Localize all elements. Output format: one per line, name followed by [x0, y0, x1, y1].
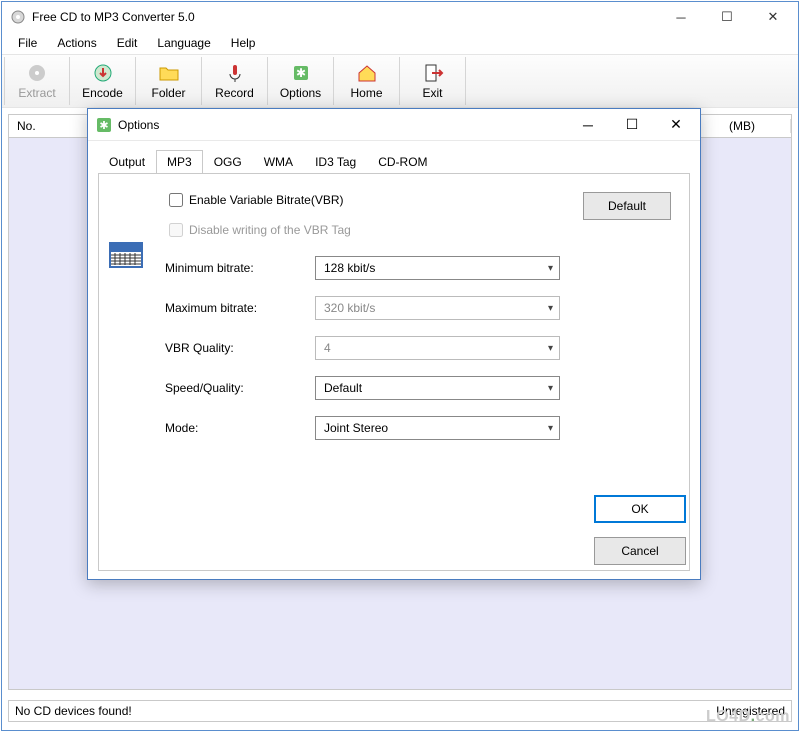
mode-row: Mode: Joint Stereo ▾	[165, 416, 671, 440]
options-icon: ✱	[290, 62, 312, 84]
options-dialog: ✱ Options ─ ☐ ✕ Output MP3 OGG WMA ID3 T…	[87, 108, 701, 580]
vbr-enable-label: Enable Variable Bitrate(VBR)	[189, 193, 344, 207]
main-window-title: Free CD to MP3 Converter 5.0	[32, 10, 658, 24]
tab-wma[interactable]: WMA	[253, 150, 304, 174]
tab-strip: Output MP3 OGG WMA ID3 Tag CD-ROM	[98, 149, 690, 173]
tab-ogg[interactable]: OGG	[203, 150, 253, 174]
vbr-quality-row: VBR Quality: 4 ▾	[165, 336, 671, 360]
cancel-button[interactable]: Cancel	[594, 537, 686, 565]
toolbar-options[interactable]: ✱ Options	[268, 57, 334, 105]
toolbar: Extract Encode Folder Record ✱ Options H…	[2, 54, 798, 108]
tab-id3[interactable]: ID3 Tag	[304, 150, 367, 174]
main-titlebar: Free CD to MP3 Converter 5.0 ─ ☐ ✕	[2, 2, 798, 32]
extract-icon	[26, 62, 48, 84]
menubar: File Actions Edit Language Help	[2, 32, 798, 54]
dialog-titlebar: ✱ Options ─ ☐ ✕	[88, 109, 700, 141]
status-text: No CD devices found!	[15, 704, 132, 718]
dialog-title: Options	[118, 118, 566, 132]
watermark: LO4D.com	[706, 708, 790, 726]
min-bitrate-label: Minimum bitrate:	[165, 261, 315, 275]
app-icon	[10, 9, 26, 25]
close-button[interactable]: ✕	[750, 3, 796, 31]
default-button[interactable]: Default	[583, 192, 671, 220]
max-bitrate-combo: 320 kbit/s ▾	[315, 296, 560, 320]
dialog-maximize-button[interactable]: ☐	[610, 111, 654, 139]
menu-help[interactable]: Help	[221, 34, 266, 52]
min-bitrate-combo[interactable]: 128 kbit/s ▾	[315, 256, 560, 280]
toolbar-exit[interactable]: Exit	[400, 57, 466, 105]
toolbar-folder[interactable]: Folder	[136, 57, 202, 105]
encode-icon	[92, 62, 114, 84]
ok-button[interactable]: OK	[594, 495, 686, 523]
menu-language[interactable]: Language	[147, 34, 220, 52]
vbr-quality-combo: 4 ▾	[315, 336, 560, 360]
svg-text:✱: ✱	[99, 120, 108, 132]
toolbar-home[interactable]: Home	[334, 57, 400, 105]
record-icon	[224, 62, 246, 84]
mp3-side-icon	[109, 238, 143, 272]
status-bar: No CD devices found! Unregistered	[8, 700, 792, 722]
speed-quality-combo[interactable]: Default ▾	[315, 376, 560, 400]
menu-file[interactable]: File	[8, 34, 47, 52]
vbr-disable-tag-checkbox	[169, 223, 183, 237]
svg-text:✱: ✱	[295, 66, 305, 80]
toolbar-record[interactable]: Record	[202, 57, 268, 105]
chevron-down-icon: ▾	[548, 423, 553, 434]
col-no[interactable]: No.	[9, 119, 95, 133]
chevron-down-icon: ▾	[548, 263, 553, 274]
mode-combo[interactable]: Joint Stereo ▾	[315, 416, 560, 440]
dialog-button-column: OK Cancel	[594, 495, 686, 565]
vbr-disable-tag-label: Disable writing of the VBR Tag	[189, 223, 351, 237]
chevron-down-icon: ▾	[548, 383, 553, 394]
menu-edit[interactable]: Edit	[107, 34, 148, 52]
vbr-quality-label: VBR Quality:	[165, 341, 315, 355]
tab-output[interactable]: Output	[98, 150, 156, 174]
col-mb[interactable]: (MB)	[721, 119, 791, 133]
max-bitrate-label: Maximum bitrate:	[165, 301, 315, 315]
minimize-button[interactable]: ─	[658, 3, 704, 31]
chevron-down-icon: ▾	[548, 303, 553, 314]
dialog-minimize-button[interactable]: ─	[566, 111, 610, 139]
home-icon	[356, 62, 378, 84]
chevron-down-icon: ▾	[548, 343, 553, 354]
options-dialog-icon: ✱	[96, 117, 112, 133]
vbr-disable-tag-row: Disable writing of the VBR Tag	[165, 220, 671, 240]
mode-label: Mode:	[165, 421, 315, 435]
min-bitrate-row: Minimum bitrate: 128 kbit/s ▾	[165, 256, 671, 280]
speed-quality-row: Speed/Quality: Default ▾	[165, 376, 671, 400]
toolbar-extract[interactable]: Extract	[4, 57, 70, 105]
exit-icon	[422, 62, 444, 84]
dialog-close-button[interactable]: ✕	[654, 111, 698, 139]
speed-quality-label: Speed/Quality:	[165, 381, 315, 395]
max-bitrate-row: Maximum bitrate: 320 kbit/s ▾	[165, 296, 671, 320]
tab-cdrom[interactable]: CD-ROM	[367, 150, 438, 174]
vbr-enable-checkbox[interactable]	[169, 193, 183, 207]
maximize-button[interactable]: ☐	[704, 3, 750, 31]
toolbar-encode[interactable]: Encode	[70, 57, 136, 105]
tab-mp3[interactable]: MP3	[156, 150, 203, 174]
folder-icon	[158, 62, 180, 84]
menu-actions[interactable]: Actions	[47, 34, 106, 52]
